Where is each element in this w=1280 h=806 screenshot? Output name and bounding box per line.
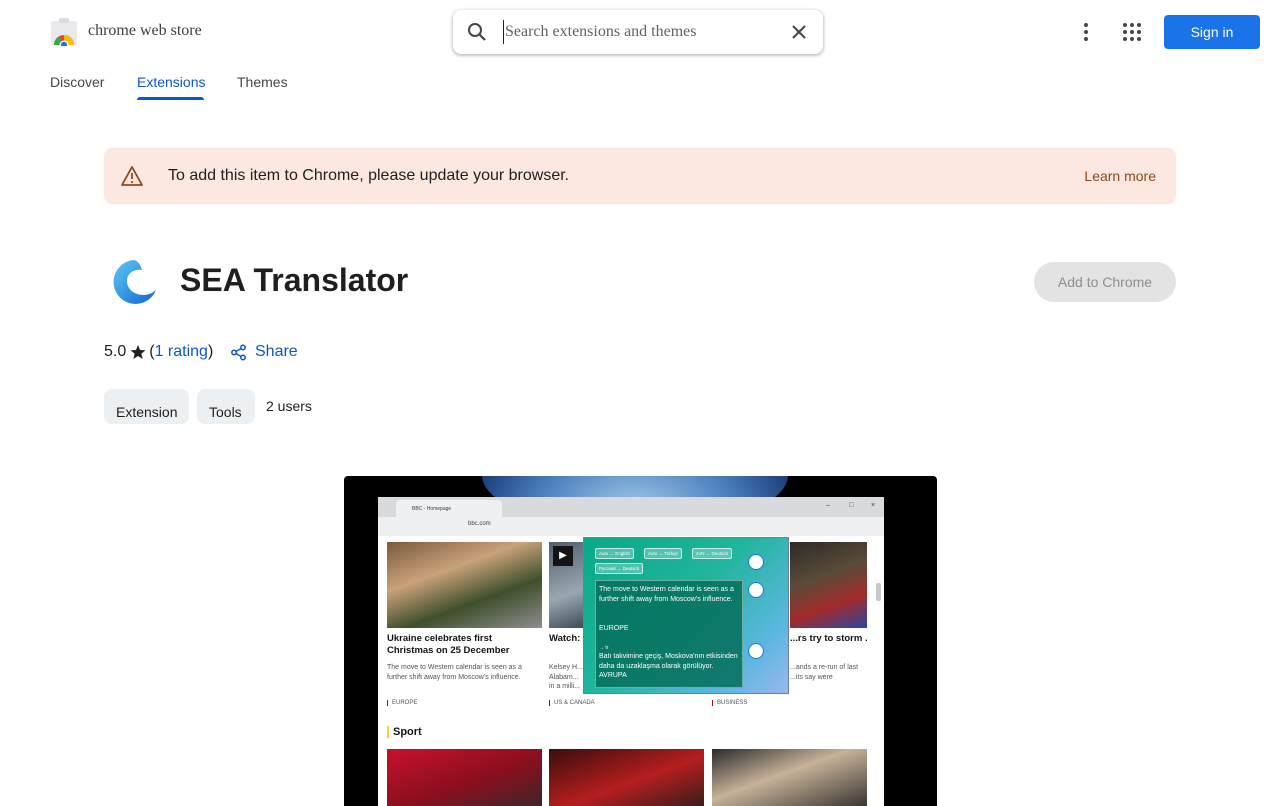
rating-summary: 5.0 (1 rating) (104, 342, 213, 362)
news-headline-3: ...rs try to storm ...all (790, 633, 868, 644)
source-text: The move to Western calendar is seen as … (599, 586, 734, 603)
source-tag: EUROPE (599, 625, 629, 632)
extension-title: SEA Translator (180, 262, 409, 298)
clear-icon[interactable] (789, 22, 809, 42)
apps-grid-icon[interactable] (1120, 20, 1144, 44)
chrome-store-logo[interactable] (50, 18, 78, 50)
screenshot-scrollbar (876, 583, 881, 601)
screenshot-titlebar: BBC - Homepage – □ × (378, 497, 884, 517)
update-browser-banner: To add this item to Chrome, please updat… (104, 148, 1176, 204)
translator-popup: Auto → English Auto → Türkçe 4ırN → Deut… (583, 537, 789, 694)
search-icon[interactable] (467, 22, 487, 42)
news-tag-3: BUSINESS (712, 700, 747, 706)
search-box[interactable] (453, 10, 823, 54)
extension-screenshot[interactable]: BBC - Homepage – □ × bbc.com Ukraine cel… (344, 476, 937, 806)
top-header: chrome web store Sign in (0, 0, 1280, 64)
news-headline-1: Ukraine celebrates first Christmas on 25… (387, 633, 510, 656)
tab-discover[interactable]: Discover (50, 74, 104, 90)
sea-translator-logo (108, 256, 160, 308)
warning-icon (121, 165, 143, 187)
tab-themes[interactable]: Themes (237, 74, 288, 90)
user-count: 2 users (266, 398, 312, 414)
copy-icon (748, 643, 764, 659)
lang-pair-2: Auto → Türkçe (644, 548, 682, 559)
minimize-icon: – (826, 502, 830, 509)
nav-tabs: Discover Extensions Themes (0, 64, 1280, 104)
lang-pair-4: Русский → Deutsch (595, 563, 644, 574)
lang-pair-3: 4ırN → Deutsch (692, 548, 733, 559)
star-icon (130, 344, 146, 360)
sport-heading: Sport (387, 726, 422, 738)
share-label: Share (255, 343, 298, 360)
news-headline-2: Watch: mum w... (549, 633, 583, 644)
swap-icon (748, 582, 764, 598)
rating-close-paren: ) (207, 343, 214, 360)
news-image-1 (387, 542, 542, 628)
news-summary-3: ...ands a re-run of last ...its say were (790, 664, 859, 681)
chip-extension[interactable]: Extension (104, 389, 189, 424)
add-to-chrome-button[interactable]: Add to Chrome (1034, 262, 1176, 302)
maximize-icon: □ (849, 502, 854, 509)
screenshot-url: bbc.com (468, 521, 491, 527)
news-tag-1: EUROPE (387, 700, 417, 706)
sign-in-button[interactable]: Sign in (1164, 15, 1260, 49)
tab-extensions[interactable]: Extensions (137, 74, 205, 90)
search-input[interactable] (503, 20, 773, 44)
lang-pair-1: Auto → English (595, 548, 635, 559)
banner-message: To add this item to Chrome, please updat… (168, 167, 570, 184)
share-button[interactable]: Share (230, 342, 298, 362)
learn-more-link[interactable]: Learn more (1084, 168, 1156, 184)
store-title[interactable]: chrome web store (88, 22, 202, 40)
translation-box: The move to Western calendar is seen as … (595, 580, 743, 688)
news-summary-1: The move to Western calendar is seen as … (387, 664, 522, 681)
share-icon (230, 344, 247, 361)
news-tag-2: US & CANADA (549, 700, 595, 706)
news-image-3 (790, 542, 867, 628)
rating-value: 5.0 (104, 343, 127, 360)
news-summary-2: Kelsey H... Alabam... in a milli... (549, 664, 583, 690)
active-tab-indicator (137, 97, 204, 100)
screenshot-tab: BBC - Homepage (396, 500, 502, 517)
close-window-icon: × (871, 502, 876, 509)
play-icon: ▶ (553, 546, 573, 566)
translated-text: Batı takvimine geçiş, Moskova'nın etkisi… (599, 653, 738, 679)
screenshot-address-bar: bbc.com (378, 517, 884, 536)
sport-image-2 (549, 749, 704, 806)
sport-image-1 (387, 749, 542, 806)
chip-tools[interactable]: Tools (197, 389, 255, 424)
sport-image-3 (712, 749, 867, 806)
settings-icon (748, 554, 764, 570)
more-vert-icon[interactable] (1074, 20, 1098, 44)
rating-count-link[interactable]: 1 rating (155, 343, 208, 361)
screenshot-browser-window: BBC - Homepage – □ × bbc.com Ukraine cel… (378, 497, 884, 806)
